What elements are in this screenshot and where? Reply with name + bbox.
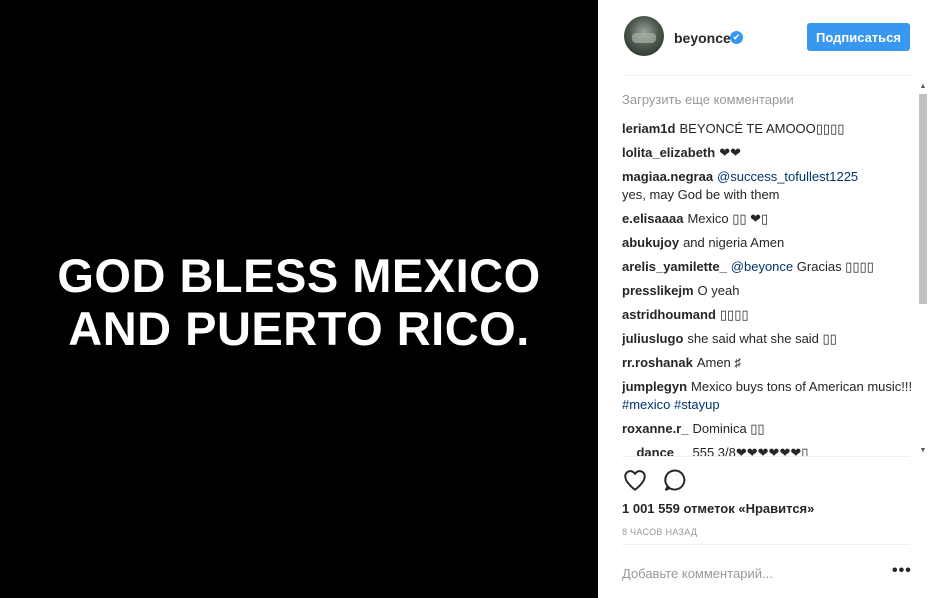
- heart-icon[interactable]: [622, 467, 648, 493]
- comment-hashtag-links[interactable]: #mexico #stayup: [622, 397, 720, 412]
- comments-scrollbar[interactable]: ▲ ▼: [918, 82, 928, 456]
- comment-text: Mexico buys tons of American music!!!: [691, 379, 913, 394]
- comment-username[interactable]: __dance__: [622, 445, 689, 456]
- more-options-icon[interactable]: •••: [892, 563, 912, 579]
- comment-text: Dominica ▯▯: [692, 421, 765, 436]
- avatar[interactable]: [624, 16, 664, 56]
- comment-text: ❤❤: [719, 145, 741, 160]
- comment-item: juliuslugo she said what she said ▯▯: [622, 330, 917, 348]
- likes-count[interactable]: 1 001 559 отметок «Нравится»: [622, 501, 814, 516]
- comment-mention-link[interactable]: @success_tofullest1225: [717, 169, 858, 184]
- post-image-line-1: GOD BLESS MEXICO: [57, 249, 541, 302]
- comment-username[interactable]: leriam1d: [622, 121, 675, 136]
- comment-item: abukujoy and nigeria Amen: [622, 234, 917, 252]
- comment-username[interactable]: roxanne.r_: [622, 421, 688, 436]
- comment-username[interactable]: magiaa.negraa: [622, 169, 713, 184]
- comment-item: arelis_yamilette_ @beyonce Gracias ▯▯▯▯: [622, 258, 917, 276]
- comment-text: Mexico ▯▯ ❤▯: [687, 211, 769, 226]
- comment-mention-link[interactable]: @beyonce: [731, 259, 793, 274]
- comment-item: roxanne.r_ Dominica ▯▯: [622, 420, 917, 438]
- comment-text: Amen ♯: [696, 355, 741, 370]
- post-timestamp[interactable]: 8 часов назад: [622, 527, 697, 537]
- add-comment-input[interactable]: [622, 563, 872, 583]
- scroll-up-arrow-icon[interactable]: ▲: [918, 82, 928, 92]
- comment-item: leriam1d BEYONCÉ TE AMOOO▯▯▯▯: [622, 120, 917, 138]
- post-image-text: GOD BLESS MEXICO AND PUERTO RICO.: [57, 249, 540, 355]
- comment-text: O yeah: [697, 283, 740, 298]
- post-side-panel: beyonce ✔ Подписаться Загрузить еще комм…: [598, 0, 933, 598]
- username-link[interactable]: beyonce: [674, 30, 731, 46]
- comment-item: jumplegyn Mexico buys tons of American mu…: [622, 378, 917, 414]
- comment-item: lolita_elizabeth ❤❤: [622, 144, 917, 162]
- comment-text: and nigeria Amen: [683, 235, 785, 250]
- follow-button[interactable]: Подписаться: [807, 23, 910, 51]
- post-actions: 1 001 559 отметок «Нравится» 8 часов наз…: [622, 456, 910, 544]
- comment-item: e.elisaaaa Mexico ▯▯ ❤▯: [622, 210, 917, 228]
- comment-username[interactable]: lolita_elizabeth: [622, 145, 715, 160]
- comment-text: 555 3/8❤❤❤❤❤❤▯: [692, 445, 809, 456]
- comment-username[interactable]: e.elisaaaa: [622, 211, 683, 226]
- comment-item: magiaa.negraa @success_tofullest1225 yes,…: [622, 168, 917, 204]
- load-more-comments-link[interactable]: Загрузить еще комментарии: [622, 82, 917, 107]
- post-image[interactable]: GOD BLESS MEXICO AND PUERTO RICO.: [0, 0, 598, 598]
- verified-badge-icon: ✔: [730, 31, 743, 44]
- comment-item: __dance__ 555 3/8❤❤❤❤❤❤▯: [622, 444, 917, 456]
- comment-username[interactable]: astridhoumand: [622, 307, 716, 322]
- comment-item: presslikejm O yeah: [622, 282, 917, 300]
- scrollbar-thumb[interactable]: [919, 94, 927, 304]
- scroll-down-arrow-icon[interactable]: ▼: [918, 446, 928, 456]
- comment-username[interactable]: presslikejm: [622, 283, 694, 298]
- comment-text: BEYONCÉ TE AMOOO▯▯▯▯: [679, 121, 845, 136]
- comment-text: she said what she said ▯▯: [687, 331, 837, 346]
- comment-text: ▯▯▯▯: [719, 307, 749, 322]
- comments-list: Загрузить еще комментарии leriam1d BEYONC…: [622, 82, 917, 456]
- comment-username[interactable]: rr.roshanak: [622, 355, 693, 370]
- comment-text: yes, may God be with them: [622, 187, 780, 202]
- comment-item: rr.roshanak Amen ♯: [622, 354, 917, 372]
- comment-username[interactable]: juliuslugo: [622, 331, 683, 346]
- comment-item: astridhoumand ▯▯▯▯: [622, 306, 917, 324]
- comment-username[interactable]: abukujoy: [622, 235, 679, 250]
- comment-text: Gracias ▯▯▯▯: [796, 259, 874, 274]
- post-header: beyonce ✔ Подписаться: [622, 0, 910, 76]
- post-image-line-2: AND PUERTO RICO.: [68, 302, 530, 355]
- comment-username[interactable]: jumplegyn: [622, 379, 687, 394]
- add-comment-bar: •••: [622, 544, 912, 598]
- speech-bubble-icon[interactable]: [662, 467, 688, 493]
- comment-username[interactable]: arelis_yamilette_: [622, 259, 727, 274]
